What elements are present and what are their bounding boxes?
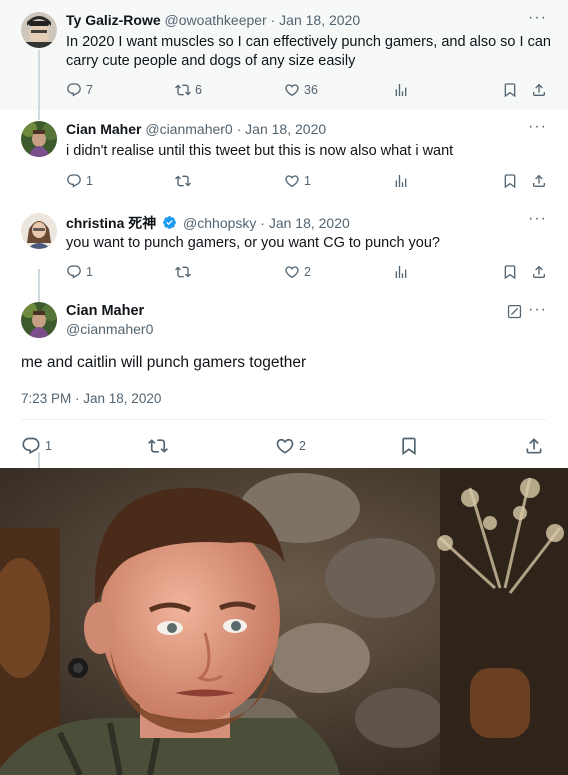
author-name[interactable]: christina 死神 xyxy=(66,215,156,231)
reply-count: 1 xyxy=(86,174,93,188)
tweet-actions: 1 2 xyxy=(66,263,551,281)
tweet-actions: 7 6 36 xyxy=(66,81,551,99)
thread-tweet-3[interactable]: christina 死神 @chhopsky · Jan 18, 2020 ··… xyxy=(0,202,568,502)
bookmark-button[interactable] xyxy=(399,435,419,457)
avatar[interactable] xyxy=(21,213,57,249)
author-name[interactable]: Ty Galiz-Rowe xyxy=(66,12,161,28)
views-button[interactable] xyxy=(393,263,409,281)
tweet-header: christina 死神 @chhopsky · Jan 18, 2020 xyxy=(66,213,350,233)
retweet-arrows-icon xyxy=(175,264,191,280)
verified-badge-icon xyxy=(163,216,177,229)
author-handle[interactable]: @owoathkeeper xyxy=(165,12,267,28)
retweet-arrows-icon xyxy=(148,436,168,456)
upload-icon xyxy=(531,82,547,98)
reply-button[interactable]: 1 xyxy=(66,172,93,190)
like-button[interactable]: 2 xyxy=(275,435,306,457)
like-count: 36 xyxy=(304,83,318,97)
man-portrait-image xyxy=(0,468,568,775)
retweet-button[interactable] xyxy=(148,435,172,457)
retweet-count: 6 xyxy=(195,83,202,97)
tweet-date[interactable]: · Jan 18, 2020 xyxy=(237,121,327,137)
bookmark-button[interactable] xyxy=(502,263,518,281)
like-button[interactable]: 2 xyxy=(284,263,311,281)
avatar[interactable] xyxy=(21,121,57,157)
tweet-text: In 2020 I want muscles so I can effectiv… xyxy=(66,34,551,69)
more-options-icon[interactable]: ··· xyxy=(528,210,547,228)
views-button[interactable] xyxy=(393,172,409,190)
retweet-arrows-icon xyxy=(175,173,191,189)
share-button[interactable] xyxy=(531,81,547,99)
bookmark-icon xyxy=(502,173,518,189)
more-options-icon[interactable]: ··· xyxy=(528,301,547,319)
speech-bubble-icon xyxy=(66,264,82,280)
retweet-button[interactable]: 6 xyxy=(175,81,202,99)
share-button[interactable] xyxy=(531,172,547,190)
speech-bubble-icon xyxy=(21,436,41,456)
bookmark-icon xyxy=(399,436,419,456)
like-count: 1 xyxy=(304,174,311,188)
tweet-text: me and caitlin will punch gamers togethe… xyxy=(21,354,307,371)
bookmark-icon xyxy=(502,264,518,280)
bar-chart-icon xyxy=(393,173,409,189)
bar-chart-icon xyxy=(393,264,409,280)
bookmark-button[interactable] xyxy=(502,172,518,190)
share-button[interactable] xyxy=(524,435,544,457)
heart-icon xyxy=(284,173,300,189)
views-button[interactable] xyxy=(393,81,409,99)
more-options-icon[interactable]: ··· xyxy=(528,118,547,136)
author-name[interactable]: Cian Maher xyxy=(66,303,144,319)
tweet-actions: 1 2 xyxy=(21,435,551,457)
tweet-date[interactable]: · Jan 18, 2020 xyxy=(271,12,361,28)
reply-count: 1 xyxy=(86,265,93,279)
more-options-icon[interactable]: ··· xyxy=(528,9,547,27)
tweet-header: Ty Galiz-Rowe @owoathkeeper · Jan 18, 20… xyxy=(66,12,360,28)
like-count: 2 xyxy=(304,265,311,279)
tweet-thread: Ty Galiz-Rowe @owoathkeeper · Jan 18, 20… xyxy=(0,0,568,502)
retweet-button[interactable] xyxy=(175,172,195,190)
like-button[interactable]: 1 xyxy=(284,172,311,190)
like-button[interactable]: 36 xyxy=(284,81,318,99)
thread-tweet-1[interactable]: Ty Galiz-Rowe @owoathkeeper · Jan 18, 20… xyxy=(0,0,568,120)
upload-icon xyxy=(531,264,547,280)
thread-tweet-2[interactable]: Cian Maher @cianmaher0 · Jan 18, 2020 ··… xyxy=(0,110,568,321)
heart-icon xyxy=(284,82,300,98)
bar-chart-icon xyxy=(393,82,409,98)
avatar[interactable] xyxy=(21,302,57,338)
tweet-text: you want to punch gamers, or you want CG… xyxy=(66,235,440,251)
like-count: 2 xyxy=(299,439,306,453)
speech-bubble-icon xyxy=(66,173,82,189)
tweet-actions: 1 1 xyxy=(66,172,551,190)
author-handle[interactable]: @cianmaher0 xyxy=(66,321,153,337)
avatar[interactable] xyxy=(21,12,57,48)
upload-icon xyxy=(531,173,547,189)
tweet-date[interactable]: · Jan 18, 2020 xyxy=(260,215,350,231)
reply-button[interactable]: 7 xyxy=(66,81,93,99)
reply-button[interactable]: 1 xyxy=(21,435,52,457)
grok-icon[interactable] xyxy=(507,304,522,319)
reply-button[interactable]: 1 xyxy=(66,263,93,281)
bookmark-icon xyxy=(502,82,518,98)
main-tweet: Cian Maher @cianmaher0 ··· me and caitli… xyxy=(0,292,568,468)
author-handle[interactable]: @chhopsky xyxy=(183,215,256,231)
retweet-arrows-icon xyxy=(175,82,191,98)
author-handle[interactable]: @cianmaher0 xyxy=(145,121,232,137)
author-name[interactable]: Cian Maher xyxy=(66,121,141,137)
upload-icon xyxy=(524,436,544,456)
share-button[interactable] xyxy=(531,263,547,281)
bookmark-button[interactable] xyxy=(502,81,518,99)
reply-count: 1 xyxy=(45,439,52,453)
reply-count: 7 xyxy=(86,83,93,97)
retweet-button[interactable] xyxy=(175,263,195,281)
tweet-timestamp[interactable]: 7:23 PM · Jan 18, 2020 xyxy=(21,391,161,406)
divider xyxy=(21,419,547,420)
heart-icon xyxy=(275,436,295,456)
heart-icon xyxy=(284,264,300,280)
tweet-text: i didn't realise until this tweet but th… xyxy=(66,143,454,159)
tweet-header: Cian Maher @cianmaher0 · Jan 18, 2020 xyxy=(66,121,326,137)
speech-bubble-icon xyxy=(66,82,82,98)
